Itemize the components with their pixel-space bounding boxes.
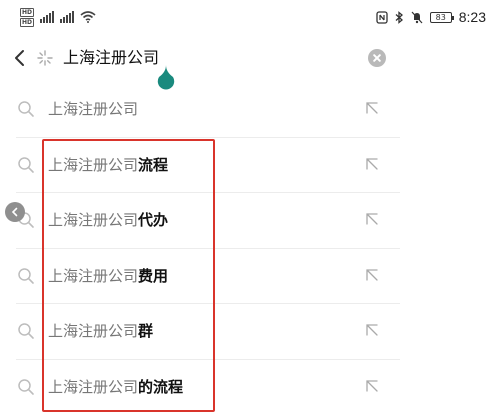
- suggestion-item[interactable]: 上海注册公司: [0, 82, 500, 138]
- side-panel-handle[interactable]: [5, 202, 25, 222]
- status-bar: HD HD 83 8:23: [0, 0, 500, 34]
- search-icon: [18, 378, 34, 395]
- search-icon: [18, 101, 34, 117]
- suggestion-item[interactable]: 上海注册公司代办: [0, 193, 500, 249]
- chevron-left-icon: [11, 207, 18, 217]
- suggestion-prefix: 上海注册公司: [48, 266, 139, 285]
- chevron-left-icon[interactable]: [10, 46, 30, 70]
- nfc-icon: [376, 10, 388, 24]
- suggestion-item[interactable]: 上海注册公司的流程: [0, 360, 500, 413]
- arrow-up-left-icon[interactable]: [364, 211, 380, 227]
- suggestion-list: 上海注册公司 上海注册公司流程 上海注册公司代办 上海注册公司费用 上海注册公司…: [0, 82, 500, 413]
- bluetooth-icon: [395, 10, 403, 24]
- arrow-up-left-icon[interactable]: [364, 378, 380, 394]
- search-input[interactable]: 上海注册公司: [63, 46, 159, 70]
- suggestion-prefix: 上海注册公司: [48, 322, 139, 340]
- mute-bell-icon: [411, 11, 423, 23]
- suggestion-item[interactable]: 上海注册公司流程: [0, 138, 500, 194]
- hd-icon: HD HD: [20, 7, 35, 27]
- hd-label-2: HD: [20, 17, 35, 27]
- suggestion-prefix: 上海注册公司: [48, 155, 139, 174]
- suggestion-suffix: 代办: [138, 211, 169, 229]
- status-right: 83 8:23: [376, 6, 486, 28]
- suggestion-suffix: 费用: [138, 266, 169, 285]
- suggestion-label: 上海注册公司: [48, 97, 138, 121]
- search-icon: [18, 323, 34, 339]
- signal-1-icon: [40, 11, 55, 23]
- arrow-up-left-icon[interactable]: [364, 156, 380, 172]
- suggestion-label: 上海注册公司费用: [48, 264, 168, 288]
- arrow-up-left-icon[interactable]: [364, 100, 380, 116]
- suggestion-prefix: 上海注册公司: [48, 211, 139, 229]
- battery-icon: 83: [429, 11, 454, 23]
- suggestion-item[interactable]: 上海注册公司群: [0, 304, 500, 360]
- wifi-icon: [80, 11, 96, 23]
- search-bar: 上海注册公司: [0, 36, 500, 80]
- search-icon: [18, 267, 34, 284]
- suggestion-suffix: 群: [138, 322, 154, 340]
- suggestion-label: 上海注册公司的流程: [48, 375, 183, 399]
- suggestion-label: 上海注册公司群: [48, 319, 153, 343]
- suggestion-suffix: 流程: [138, 155, 169, 174]
- clock-time: 8:23: [458, 9, 486, 25]
- arrow-up-left-icon[interactable]: [364, 322, 380, 338]
- status-left: HD HD: [20, 6, 96, 28]
- spark-icon[interactable]: [36, 49, 54, 67]
- suggestion-item[interactable]: 上海注册公司费用: [0, 249, 500, 305]
- suggestion-prefix: 上海注册公司: [48, 377, 139, 396]
- suggestion-label: 上海注册公司流程: [48, 153, 168, 177]
- arrow-up-left-icon[interactable]: [364, 267, 380, 283]
- suggestion-label: 上海注册公司代办: [48, 208, 168, 232]
- suggestion-prefix: 上海注册公司: [48, 100, 139, 118]
- search-icon: [18, 156, 34, 173]
- close-circle-icon[interactable]: [368, 49, 386, 67]
- signal-2-icon: [60, 11, 75, 23]
- hd-label-1: HD: [20, 7, 35, 17]
- suggestion-suffix: 的流程: [138, 377, 184, 396]
